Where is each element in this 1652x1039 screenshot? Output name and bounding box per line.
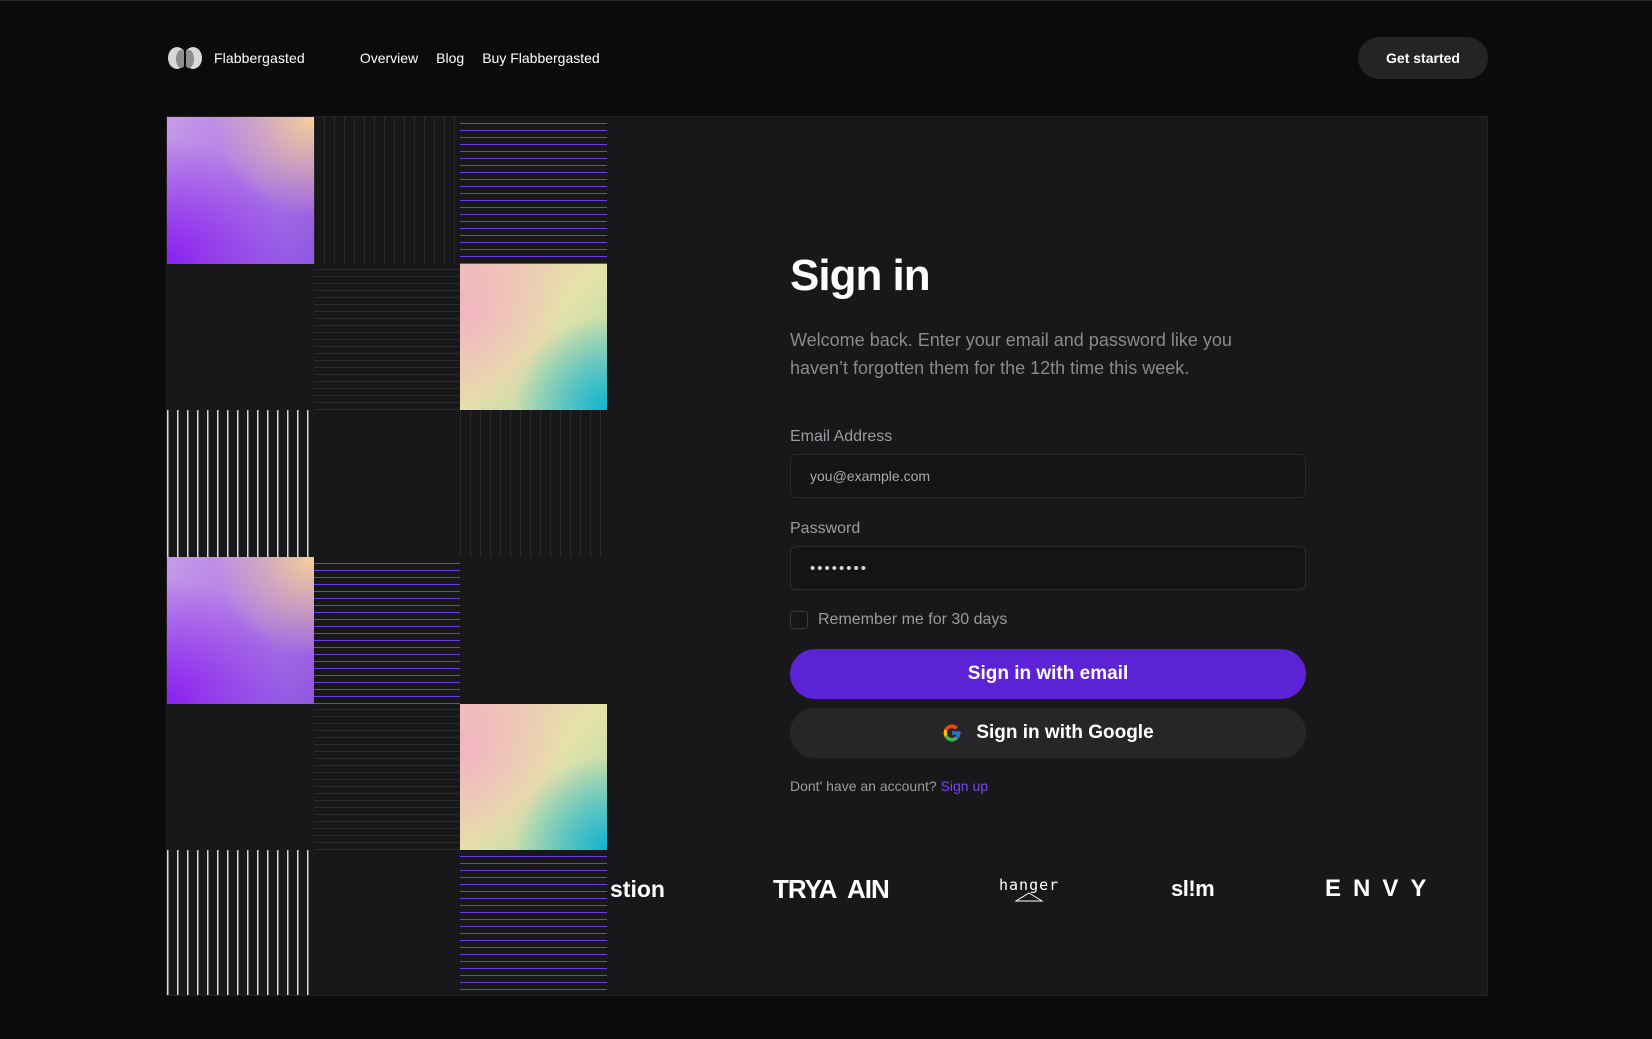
password-field-group: Password: [790, 520, 1306, 591]
hanger-icon: [1014, 892, 1044, 902]
line-pattern-tile: [167, 410, 314, 557]
line-pattern-tile: [167, 850, 314, 995]
sign-in-google-button[interactable]: Sign in with Google: [790, 708, 1306, 759]
nav-buy-link[interactable]: Buy Flabbergasted: [482, 50, 600, 66]
line-pattern-tile: [313, 703, 461, 851]
brand[interactable]: Flabbergasted: [166, 46, 305, 70]
partner-logo-text: TRYA AIN: [773, 873, 890, 904]
line-pattern-tile: [460, 117, 607, 264]
line-pattern-tile: [313, 556, 461, 704]
line-pattern-tile: [313, 263, 461, 411]
gradient-tile: [460, 703, 607, 851]
email-field[interactable]: [790, 454, 1306, 499]
empty-tile: [460, 557, 607, 704]
brand-name: Flabbergasted: [214, 50, 305, 66]
partner-logo: ENVY: [1325, 875, 1439, 902]
line-pattern-tile: [460, 410, 607, 557]
no-account-text: Dont' have an account?: [790, 778, 937, 795]
signin-form: Sign in Welcome back. Enter your email a…: [790, 251, 1306, 794]
line-pattern-tile: [313, 117, 461, 264]
empty-tile: [314, 850, 461, 995]
nav-blog-link[interactable]: Blog: [436, 50, 464, 66]
sign-up-link[interactable]: Sign up: [941, 778, 988, 794]
page-title: Sign in: [790, 251, 931, 300]
nav-overview-link[interactable]: Overview: [360, 50, 418, 66]
password-label: Password: [790, 520, 861, 538]
partner-logo: sl!m: [1171, 876, 1215, 901]
gradient-tile: [460, 263, 607, 411]
hanger-logo: hanger: [999, 859, 1059, 919]
empty-tile: [314, 410, 461, 557]
nav-links: Overview Blog Buy Flabbergasted: [360, 50, 600, 66]
email-label: Email Address: [790, 428, 893, 446]
empty-tile: [167, 264, 314, 411]
empty-tile: [167, 704, 314, 851]
remember-me: Remember me for 30 days: [790, 611, 1306, 630]
gradient-tile: [167, 117, 314, 264]
butterfly-logo-icon: [168, 47, 202, 69]
partner-logos: stion TRYA AIN hanger sl!m ENVY: [607, 859, 1487, 919]
decorative-mosaic: [167, 117, 607, 995]
partner-logo: TRYA AIN: [773, 859, 890, 919]
email-field-group: Email Address: [790, 428, 1306, 499]
google-button-label: Sign in with Google: [976, 722, 1154, 744]
sign-in-email-button[interactable]: Sign in with email: [790, 649, 1306, 700]
signin-card: Sign in Welcome back. Enter your email a…: [166, 116, 1488, 996]
get-started-button[interactable]: Get started: [1358, 37, 1488, 79]
partner-logo: stion: [610, 875, 665, 902]
remember-me-label[interactable]: Remember me for 30 days: [818, 611, 1007, 629]
signup-row: Dont' have an account? Sign up: [790, 778, 1306, 794]
remember-me-checkbox[interactable]: [790, 611, 808, 630]
line-pattern-tile: [460, 850, 607, 995]
password-field[interactable]: [790, 546, 1306, 591]
google-icon: [943, 725, 961, 742]
gradient-tile: [167, 556, 314, 704]
signin-subtitle: Welcome back. Enter your email and passw…: [790, 330, 1232, 379]
top-nav: Flabbergasted Overview Blog Buy Flabberg…: [166, 37, 1488, 79]
